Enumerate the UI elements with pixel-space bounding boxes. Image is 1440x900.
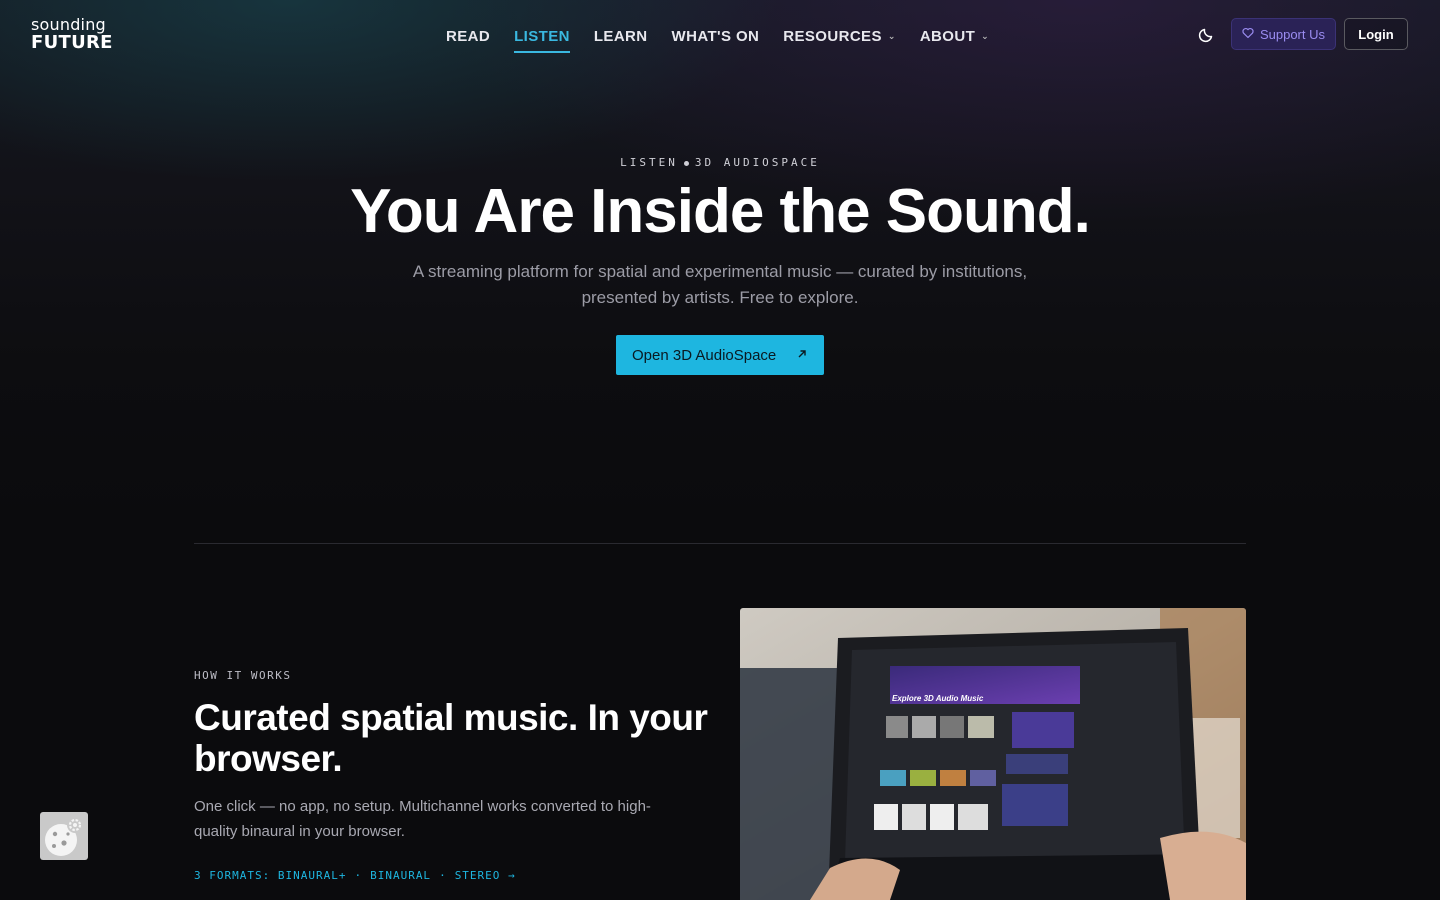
nav-item-label: READ [446,27,491,45]
nav-item-label: RESOURCES [783,27,882,45]
hero-subtitle: A streaming platform for spatial and exp… [370,259,1070,311]
hero-subtitle-line2: presented by artists. Free to explore. [581,288,859,307]
nav-item-about[interactable]: ABOUT ⌄ [920,24,989,48]
logo[interactable]: sounding FUTURE [31,15,113,55]
format-item: 3 FORMATS: BINAURAL+ [194,869,347,882]
format-separator: · [354,869,363,882]
hero-subtitle-line1: A streaming platform for spatial and exp… [412,262,1028,281]
screen-title: Explore 3D Audio Music [892,694,984,703]
nav-item-resources[interactable]: RESOURCES ⌄ [783,24,896,48]
nav-item-learn[interactable]: LEARN [594,24,648,48]
eyebrow-left: LISTEN [620,156,678,169]
nav-item-read[interactable]: READ [446,24,490,48]
support-us-label: Support Us [1259,26,1326,42]
cta-label: Open 3D AudioSpace [632,346,777,364]
hero-eyebrow: LISTEN 3D AUDIOSPACE [0,156,1440,169]
chevron-down-icon: ⌄ [981,30,990,41]
arrow-up-right-icon [796,347,808,364]
cookie-icon [45,817,83,856]
section-divider [194,543,1246,544]
open-3d-audiospace-button[interactable]: Open 3D AudioSpace [616,335,824,375]
how-it-works-title: Curated spatial music. In your browser. [194,697,708,779]
top-nav: sounding FUTURE READ LISTEN LEARN WHAT'S… [0,0,1440,68]
how-it-works-body: One click — no app, no setup. Multichann… [194,798,651,840]
cookie-settings-button[interactable] [40,812,88,860]
format-item: BINAURAL [370,869,432,882]
format-item: STEREO → [454,869,516,882]
nav-item-label: ABOUT [919,27,976,45]
support-us-button[interactable]: Support Us [1231,18,1336,50]
how-it-works-eyebrow: HOW IT WORKS [194,669,292,682]
laptop-photo: Explore 3D Audio Music [740,608,1246,900]
nav-item-label: LEARN [593,27,648,45]
formats-link[interactable]: 3 FORMATS: BINAURAL+ · BINAURAL · STEREO… [194,869,516,882]
logo-bottom-text: FUTURE [31,32,113,53]
nav-item-label: WHAT'S ON [671,27,760,45]
heart-icon [1242,27,1254,42]
main-menu: READ LISTEN LEARN WHAT'S ON RESOURCES ⌄ A… [446,24,989,53]
hero-title: You Are Inside the Sound. [350,177,1091,246]
moon-icon[interactable] [1197,24,1217,44]
dot-separator [683,160,689,166]
nav-item-label: LISTEN [514,27,570,45]
nav-item-whats-on[interactable]: WHAT'S ON [672,24,760,48]
eyebrow-right: 3D AUDIOSPACE [694,156,820,169]
format-separator: · [439,869,447,882]
nav-item-listen[interactable]: LISTEN [514,24,570,53]
chevron-down-icon: ⌄ [887,30,896,41]
login-button[interactable]: Login [1344,18,1408,50]
